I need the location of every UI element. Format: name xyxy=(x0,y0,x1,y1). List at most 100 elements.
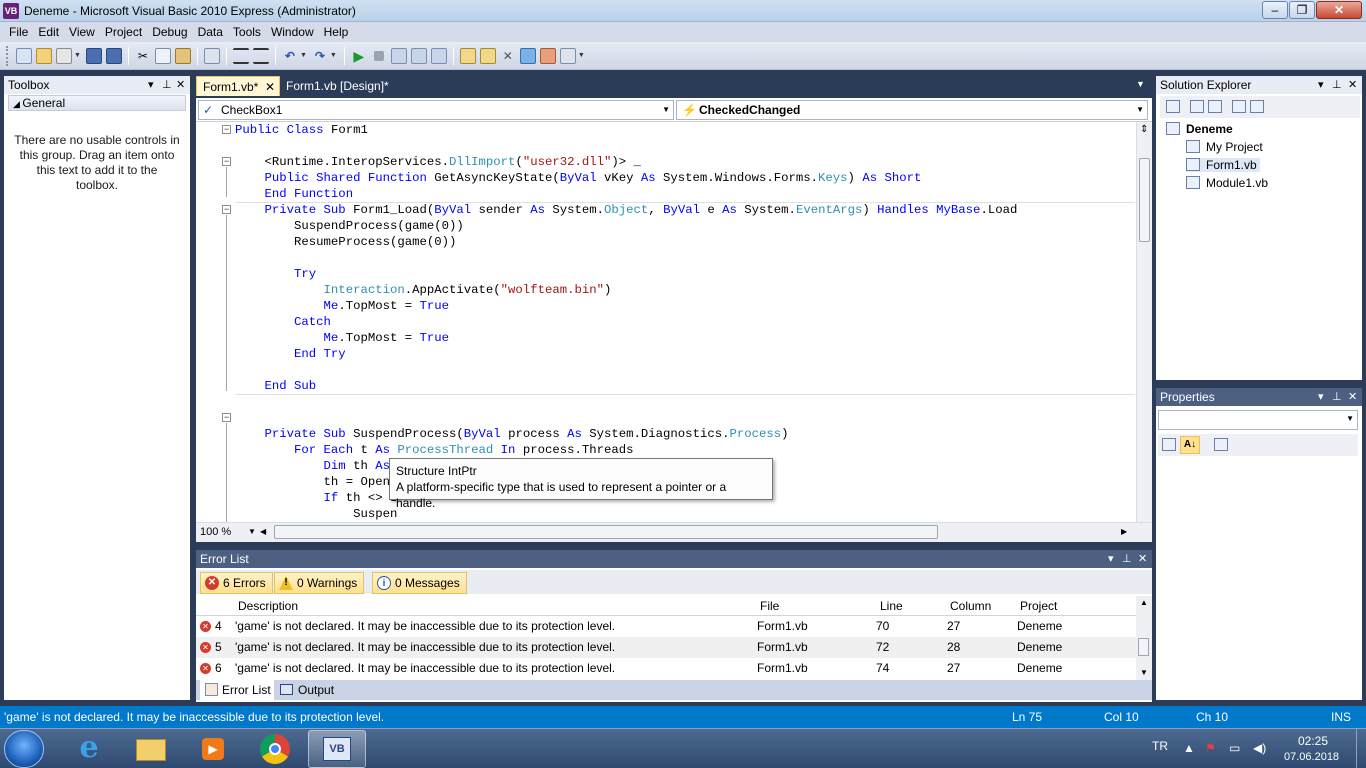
minimize-button[interactable]: – xyxy=(1262,1,1288,19)
col-column[interactable]: Column xyxy=(950,599,991,613)
tab-error-list[interactable]: Error List xyxy=(200,680,274,700)
code-line[interactable]: Me.TopMost = True xyxy=(235,298,1135,314)
maximize-button[interactable]: ❐ xyxy=(1289,1,1315,19)
menu-tools[interactable]: Tools xyxy=(228,22,266,42)
view-code-icon[interactable] xyxy=(1232,100,1246,113)
menu-project[interactable]: Project xyxy=(100,22,147,42)
toolbar-options-icon[interactable]: ▼ xyxy=(578,52,585,59)
vb-icon[interactable]: VB xyxy=(308,730,366,768)
network-icon[interactable]: ▭ xyxy=(1229,741,1240,755)
collapse-region-icon[interactable]: − xyxy=(222,125,231,134)
new-project-icon[interactable] xyxy=(16,47,32,64)
split-icon[interactable]: ⇕ xyxy=(1140,124,1148,135)
save-all-icon[interactable] xyxy=(105,47,122,64)
dropdown-icon[interactable]: ▾ xyxy=(148,76,154,94)
pin-icon[interactable]: ⊥ xyxy=(1122,550,1132,568)
col-line[interactable]: Line xyxy=(880,599,903,613)
class-name-combo[interactable]: ✓ CheckBox1 ▼ xyxy=(198,100,674,120)
method-name-combo[interactable]: ⚡ CheckedChanged ▼ xyxy=(676,100,1148,120)
scroll-right-icon[interactable]: ▶ xyxy=(1121,527,1127,536)
scroll-left-icon[interactable]: ◀ xyxy=(260,527,266,536)
dropdown-icon[interactable]: ▾ xyxy=(1318,388,1324,406)
object-browser-icon[interactable] xyxy=(519,47,536,64)
code-line[interactable] xyxy=(235,394,1135,410)
clock-time[interactable]: 02:25 xyxy=(1298,734,1328,748)
pin-icon[interactable]: ⊥ xyxy=(1332,76,1342,94)
stop-debugging-icon[interactable] xyxy=(373,50,384,61)
menu-view[interactable]: View xyxy=(64,22,100,42)
scroll-thumb[interactable] xyxy=(1138,638,1149,656)
scroll-thumb[interactable] xyxy=(274,525,938,539)
collapse-region-icon[interactable]: − xyxy=(222,205,231,214)
code-line[interactable]: End Try xyxy=(235,346,1135,362)
code-line[interactable]: End Sub xyxy=(235,378,1135,394)
menu-data[interactable]: Data xyxy=(193,22,228,42)
add-item-icon[interactable] xyxy=(56,47,72,64)
open-project-icon[interactable] xyxy=(36,47,52,64)
save-icon[interactable] xyxy=(85,47,102,64)
code-line[interactable] xyxy=(235,138,1135,154)
code-line[interactable] xyxy=(235,362,1135,378)
windows-start-icon[interactable] xyxy=(4,730,44,768)
code-line[interactable]: Interaction.AppActivate("wolfteam.bin") xyxy=(235,282,1135,298)
solution-explorer-icon[interactable] xyxy=(459,47,476,64)
code-line[interactable] xyxy=(235,410,1135,426)
toolbox-group-general[interactable]: ◢ General xyxy=(8,95,186,111)
close-icon[interactable]: ✕ xyxy=(265,77,275,97)
collapse-region-icon[interactable]: − xyxy=(222,157,231,166)
scroll-thumb[interactable] xyxy=(1139,158,1150,242)
action-center-icon[interactable]: ⚑ xyxy=(1205,741,1216,755)
tab-output[interactable]: Output xyxy=(276,680,334,700)
table-row[interactable]: ✕ 5 'game' is not declared. It may be in… xyxy=(196,637,1136,658)
redo-dropdown-icon[interactable]: ▼ xyxy=(330,52,337,59)
tab-form1-design[interactable]: Form1.vb [Design]* xyxy=(280,76,395,96)
code-line[interactable]: Public Shared Function GetAsyncKeyState(… xyxy=(235,170,1135,186)
code-line[interactable] xyxy=(235,250,1135,266)
ie-icon[interactable]: e xyxy=(60,730,118,768)
zoom-dropdown-icon[interactable]: ▼ xyxy=(248,527,256,536)
col-description[interactable]: Description xyxy=(238,599,298,613)
add-item-dropdown-icon[interactable]: ▼ xyxy=(74,52,81,59)
show-all-files-icon[interactable] xyxy=(1190,100,1204,113)
errors-filter-button[interactable]: ✕ 6 Errors xyxy=(200,572,273,594)
explorer-icon[interactable] xyxy=(122,730,180,768)
properties-icon[interactable] xyxy=(479,47,496,64)
show-hidden-icons-icon[interactable]: ▲ xyxy=(1183,741,1195,755)
code-line[interactable]: For Each t As ProcessThread In process.T… xyxy=(235,442,1135,458)
code-line[interactable]: End Function xyxy=(235,186,1135,202)
code-line[interactable]: Catch xyxy=(235,314,1135,330)
code-line[interactable]: Try xyxy=(235,266,1135,282)
close-button[interactable]: ✕ xyxy=(1316,1,1362,19)
chrome-icon[interactable] xyxy=(246,730,304,768)
property-pages-icon[interactable] xyxy=(1214,438,1228,451)
tab-form1-code[interactable]: Form1.vb* ✕ xyxy=(196,76,280,96)
pin-icon[interactable]: ⊥ xyxy=(1332,388,1342,406)
zoom-level[interactable]: 100 % xyxy=(200,526,231,538)
menu-help[interactable]: Help xyxy=(319,22,354,42)
tree-item-form1[interactable]: Form1.vb xyxy=(1186,158,1260,172)
editor-vertical-scrollbar[interactable]: ⇕ xyxy=(1136,122,1152,522)
toolbar-grip[interactable] xyxy=(6,45,10,66)
close-icon[interactable]: ✕ xyxy=(176,76,185,94)
toolbox-icon[interactable]: ✕ xyxy=(500,48,516,64)
undo-dropdown-icon[interactable]: ▼ xyxy=(300,52,307,59)
error-list-icon[interactable] xyxy=(539,47,556,64)
code-line[interactable]: SuspendProcess(game(0)) xyxy=(235,218,1135,234)
show-desktop-button[interactable] xyxy=(1356,729,1366,768)
code-line[interactable]: Private Sub SuspendProcess(ByVal process… xyxy=(235,426,1135,442)
step-out-icon[interactable] xyxy=(430,47,447,64)
find-icon[interactable] xyxy=(203,47,220,64)
scroll-down-icon[interactable]: ▼ xyxy=(1140,668,1148,677)
collapse-region-icon[interactable]: − xyxy=(222,413,231,422)
pin-icon[interactable]: ⊥ xyxy=(162,76,172,94)
cut-icon[interactable]: ✂ xyxy=(135,48,151,64)
comment-icon[interactable] xyxy=(232,47,249,64)
categorized-icon[interactable] xyxy=(1162,438,1176,451)
step-over-icon[interactable] xyxy=(410,47,427,64)
code-line[interactable]: Me.TopMost = True xyxy=(235,330,1135,346)
tree-item-solution[interactable]: Deneme xyxy=(1166,122,1233,136)
properties-object-combo[interactable]: ▼ xyxy=(1158,410,1358,430)
language-indicator[interactable]: TR xyxy=(1152,739,1168,753)
properties-icon[interactable] xyxy=(1166,100,1180,113)
uncomment-icon[interactable] xyxy=(252,47,269,64)
